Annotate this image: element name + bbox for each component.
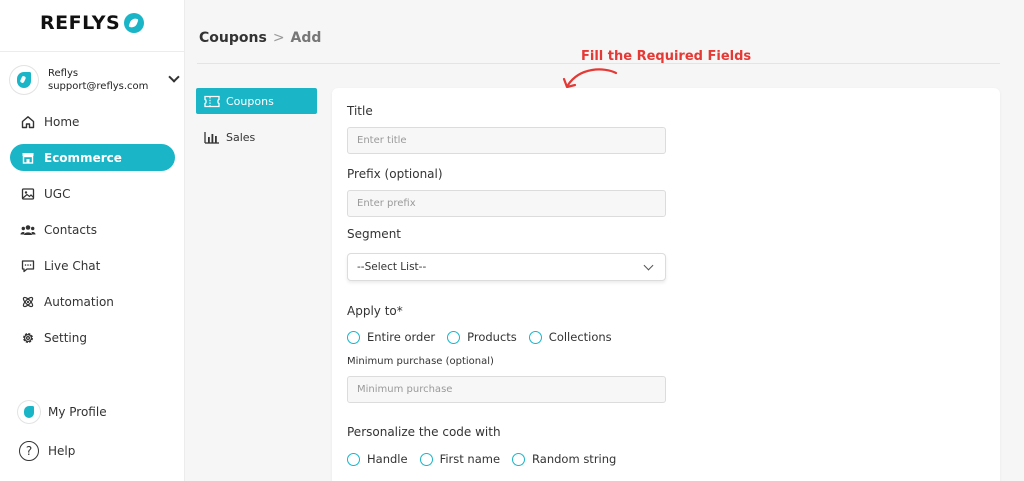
breadcrumb-separator: > <box>272 30 285 46</box>
image-icon <box>20 186 36 202</box>
sidebar-item-my-profile[interactable]: My Profile <box>10 398 175 426</box>
home-icon <box>20 114 36 130</box>
account-avatar <box>10 66 38 94</box>
title-input[interactable] <box>347 127 666 154</box>
sidebar-item-label: Ecommerce <box>44 150 122 165</box>
segment-label: Segment <box>347 227 401 241</box>
radio-label: Collections <box>548 330 612 344</box>
radio-circle-icon <box>347 452 360 466</box>
breadcrumb-add: Add <box>290 30 322 46</box>
apply-to-radio-group: Entire order Products Collections <box>347 330 624 344</box>
sidebar: REFLYS Reflys support@reflys.com Home Ec… <box>0 0 185 481</box>
sidebar-item-automation[interactable]: Automation <box>10 288 175 315</box>
subnav-item-label: Coupons <box>226 94 274 108</box>
radio-label: Random string <box>532 452 617 466</box>
radio-label: Entire order <box>367 330 436 344</box>
radio-handle[interactable]: Handle <box>347 452 408 466</box>
sidebar-item-live-chat[interactable]: Live Chat <box>10 252 175 279</box>
radio-label: Handle <box>367 452 408 466</box>
radio-circle-icon <box>419 452 433 466</box>
radio-products[interactable]: Products <box>447 330 517 344</box>
logo[interactable]: REFLYS <box>40 12 145 34</box>
segment-selected-value: --Select List-- <box>357 261 427 273</box>
subnav-item-label: Sales <box>226 130 256 144</box>
sidebar-item-label: Help <box>48 444 76 458</box>
personalize-radio-group: Handle First name Random string <box>347 452 628 466</box>
atom-icon <box>20 294 36 310</box>
breadcrumb: Coupons > Add <box>199 30 321 46</box>
sidebar-item-contacts[interactable]: Contacts <box>10 216 175 243</box>
radio-label: Products <box>467 330 517 344</box>
users-icon <box>20 222 36 238</box>
sidebar-bottom: My Profile ? Help <box>10 398 175 476</box>
radio-entire-order[interactable]: Entire order <box>347 330 435 344</box>
apply-to-label: Apply to* <box>347 304 403 318</box>
sub-nav: Coupons Sales <box>196 88 317 160</box>
sidebar-nav: Home Ecommerce UGC Contacts Live Chat Au… <box>10 108 175 360</box>
annotation-text: Fill the Required Fields <box>581 49 752 64</box>
chevron-down-icon <box>643 260 654 270</box>
radio-circle-icon <box>528 330 542 344</box>
radio-random-string[interactable]: Random string <box>512 452 616 466</box>
sidebar-item-label: UGC <box>44 186 71 201</box>
title-label: Title <box>347 104 373 118</box>
account-switcher[interactable]: Reflys support@reflys.com <box>10 64 182 96</box>
radio-circle-icon <box>347 330 360 344</box>
radio-circle-icon <box>512 452 526 466</box>
prefix-label: Prefix (optional) <box>347 167 443 181</box>
logo-text: REFLYS <box>40 12 121 34</box>
breadcrumb-coupons[interactable]: Coupons <box>199 30 267 46</box>
radio-collections[interactable]: Collections <box>528 330 612 344</box>
bar-chart-icon <box>204 130 220 144</box>
gear-icon <box>20 330 36 346</box>
radio-circle-icon <box>447 330 461 344</box>
sidebar-item-label: Live Chat <box>44 258 101 273</box>
sidebar-item-label: Contacts <box>44 222 97 237</box>
account-email: support@reflys.com <box>48 81 149 92</box>
ticket-icon <box>204 94 220 108</box>
sidebar-item-ecommerce[interactable]: Ecommerce <box>10 144 175 171</box>
help-icon: ? <box>18 440 40 462</box>
sidebar-item-label: Setting <box>44 330 87 345</box>
sidebar-item-setting[interactable]: Setting <box>10 324 175 351</box>
sidebar-item-ugc[interactable]: UGC <box>10 180 175 207</box>
divider <box>0 51 185 52</box>
personalize-label: Personalize the code with <box>347 425 501 439</box>
segment-select[interactable]: --Select List-- <box>347 253 666 281</box>
profile-avatar-icon <box>18 401 40 423</box>
min-purchase-input[interactable] <box>347 376 666 403</box>
sidebar-item-label: Home <box>44 114 80 129</box>
prefix-input[interactable] <box>347 190 666 217</box>
store-icon <box>20 150 36 166</box>
subnav-item-sales[interactable]: Sales <box>196 124 317 150</box>
coupon-form-card: Title Prefix (optional) Segment --Select… <box>332 88 1000 481</box>
radio-label: First name <box>439 452 501 466</box>
logo-mark-icon <box>124 13 145 33</box>
sidebar-item-help[interactable]: ? Help <box>10 437 175 465</box>
chat-icon <box>20 258 36 274</box>
chevron-down-icon[interactable] <box>168 71 180 83</box>
min-purchase-label: Minimum purchase (optional) <box>347 356 494 367</box>
sidebar-item-home[interactable]: Home <box>10 108 175 135</box>
sidebar-item-label: Automation <box>44 294 114 309</box>
account-name: Reflys <box>48 68 79 79</box>
radio-first-name[interactable]: First name <box>419 452 501 466</box>
sidebar-item-label: My Profile <box>48 405 107 419</box>
subnav-item-coupons[interactable]: Coupons <box>196 88 317 114</box>
